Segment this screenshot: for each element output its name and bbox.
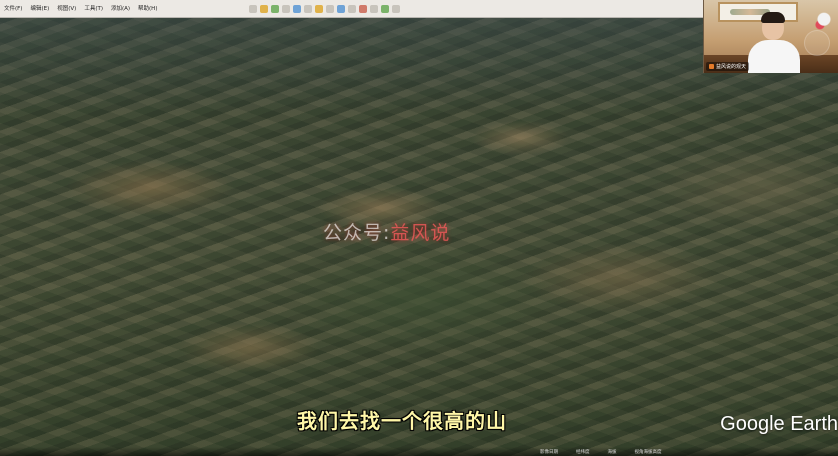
status-coordinates: 经纬度 bbox=[576, 450, 590, 455]
menu-bar: 文件(F) 编辑(E) 视图(V) 工具(T) 添加(A) 帮助(H) bbox=[0, 0, 161, 17]
sidebar-toggle-icon[interactable] bbox=[249, 4, 258, 13]
menu-help[interactable]: 帮助(H) bbox=[134, 0, 161, 18]
presenter-body bbox=[748, 40, 800, 73]
menu-edit[interactable]: 编辑(E) bbox=[26, 0, 53, 18]
menu-tools[interactable]: 工具(T) bbox=[80, 0, 107, 18]
status-imagery-date: 影像日期 bbox=[540, 450, 558, 455]
menu-file[interactable]: 文件(F) bbox=[0, 0, 26, 18]
app-toolbar: 文件(F) 编辑(E) 视图(V) 工具(T) 添加(A) 帮助(H) bbox=[0, 0, 704, 18]
live-icon bbox=[709, 64, 714, 69]
save-image-icon[interactable] bbox=[381, 4, 390, 13]
tour-icon[interactable] bbox=[304, 4, 313, 13]
historical-imagery-icon[interactable] bbox=[315, 4, 324, 13]
status-eye-altitude: 视角海拔高度 bbox=[634, 450, 662, 455]
presenter-hair bbox=[761, 12, 785, 23]
status-bar: 影像日期 经纬度 海拔 视角海拔高度 bbox=[0, 447, 838, 456]
tool-buttons bbox=[249, 0, 401, 17]
path-icon[interactable] bbox=[282, 4, 291, 13]
webcam-name-tag: 益风说的观天 bbox=[706, 62, 750, 71]
webcam-name-text: 益风说的观天 bbox=[716, 64, 747, 70]
overlay-icon[interactable] bbox=[293, 4, 302, 13]
watermark-prefix: 公众号: bbox=[323, 222, 391, 244]
menu-add[interactable]: 添加(A) bbox=[107, 0, 134, 18]
email-icon[interactable] bbox=[359, 4, 368, 13]
presenter bbox=[748, 12, 800, 73]
print-icon[interactable] bbox=[370, 4, 379, 13]
navigation-compass-icon[interactable] bbox=[804, 30, 830, 56]
watermark-name: 益风说 bbox=[390, 222, 451, 244]
ruler-icon[interactable] bbox=[348, 4, 357, 13]
maps-icon[interactable] bbox=[392, 4, 401, 13]
status-info: 影像日期 经纬度 海拔 视角海拔高度 bbox=[540, 449, 662, 455]
watermark: 公众号:益风说 bbox=[323, 218, 450, 245]
sunlight-icon[interactable] bbox=[326, 4, 335, 13]
video-subtitle: 我们去找一个很高的山 bbox=[296, 408, 507, 433]
placemark-icon[interactable] bbox=[260, 4, 269, 13]
polygon-icon[interactable] bbox=[271, 4, 280, 13]
google-earth-logo: Google Earth bbox=[720, 413, 838, 435]
planet-icon[interactable] bbox=[337, 4, 346, 13]
menu-view[interactable]: 视图(V) bbox=[53, 0, 80, 18]
status-elevation: 海拔 bbox=[607, 450, 617, 455]
google-earth-window: 文件(F) 编辑(E) 视图(V) 工具(T) 添加(A) 帮助(H) 益风说的… bbox=[0, 0, 838, 456]
